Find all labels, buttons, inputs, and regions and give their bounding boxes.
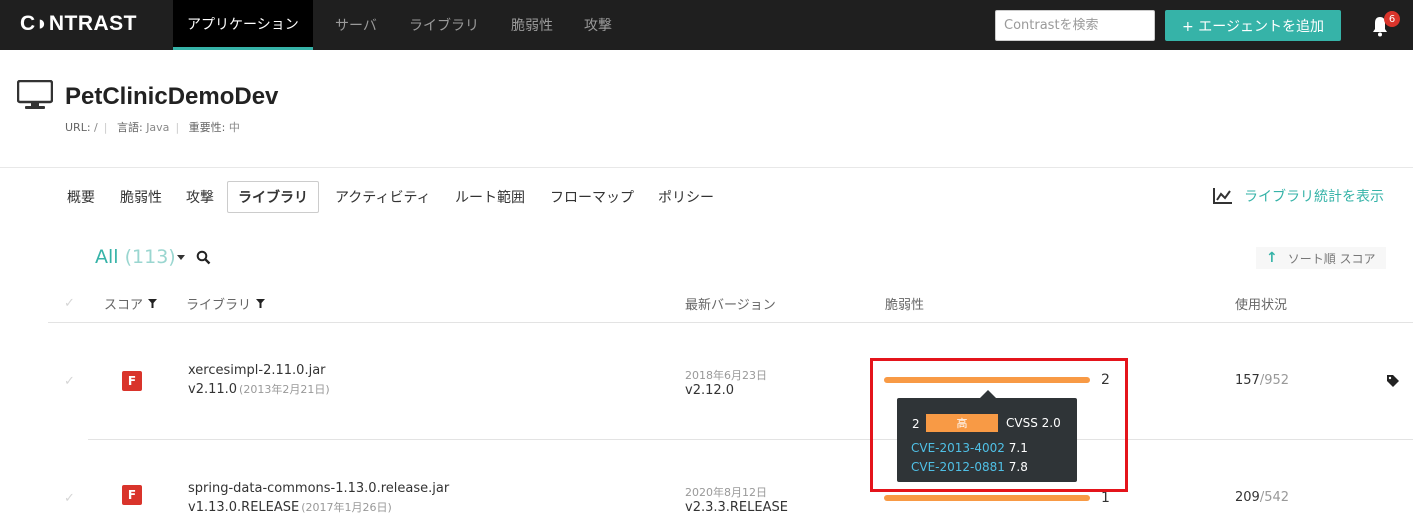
tab-activity[interactable]: アクティビティ: [333, 181, 433, 213]
filter-count: (113): [124, 246, 176, 268]
nav-libraries[interactable]: ライブラリ: [395, 0, 493, 50]
nav-vulnerabilities[interactable]: 脆弱性: [497, 0, 567, 50]
usage-used: 209: [1235, 490, 1260, 505]
nav-servers[interactable]: サーバ: [321, 0, 391, 50]
version-date: (2017年1月26日): [301, 501, 392, 514]
arrow-up-icon: ↑: [1266, 250, 1278, 266]
search-input[interactable]: [995, 10, 1155, 41]
version-date: (2013年2月21日): [239, 383, 330, 396]
nav-attacks[interactable]: 攻撃: [570, 0, 626, 50]
library-name[interactable]: spring-data-commons-1.13.0.release.jar: [188, 481, 449, 496]
usage-total: /952: [1259, 373, 1290, 388]
tab-flow-map[interactable]: フローマップ: [548, 181, 636, 213]
latest-version: v2.12.0: [685, 383, 735, 398]
column-header-usage: 使用状況: [1235, 298, 1288, 313]
tab-route-coverage[interactable]: ルート範囲: [453, 181, 527, 213]
vulnerability-bar[interactable]: [884, 495, 1090, 501]
row-checkbox[interactable]: ✓: [64, 491, 75, 506]
library-version: v2.11.0 (2013年2月21日): [188, 381, 330, 397]
latest-release-date: 2020年8月12日: [685, 486, 767, 499]
importance-label: 重要性:: [188, 121, 226, 134]
language-value: Java: [146, 121, 170, 134]
row-checkbox[interactable]: ✓: [64, 374, 75, 389]
line-chart-icon: [1213, 188, 1232, 204]
version-value: v2.11.0: [188, 382, 238, 397]
tab-libraries[interactable]: ライブラリ: [227, 181, 319, 213]
column-header-library[interactable]: ライブラリ: [186, 294, 266, 313]
column-score-label: スコア: [104, 298, 144, 313]
caret-down-icon[interactable]: [177, 255, 185, 260]
notification-badge[interactable]: 6: [1384, 11, 1400, 27]
filter-icon[interactable]: [148, 299, 158, 308]
select-all-checkbox[interactable]: ✓: [64, 296, 75, 311]
nav-applications[interactable]: アプリケーション: [173, 0, 313, 50]
contrast-logo[interactable]: C◗NTRAST: [20, 12, 137, 36]
tab-vulnerabilities[interactable]: 脆弱性: [118, 181, 164, 213]
tab-policy[interactable]: ポリシー: [656, 181, 716, 213]
column-header-vulnerabilities: 脆弱性: [885, 298, 925, 313]
sort-control[interactable]: ↑ ソート順 スコア: [1256, 247, 1386, 269]
usage-used: 157: [1235, 373, 1260, 388]
column-header-score[interactable]: スコア: [104, 294, 158, 313]
usage-status: 157/952: [1235, 373, 1289, 388]
library-version: v1.13.0.RELEASE (2017年1月26日): [188, 499, 392, 515]
column-header-latest-version: 最新バージョン: [685, 298, 776, 313]
filter-icon[interactable]: [256, 299, 266, 308]
application-meta: URL: / | 言語: Java | 重要性: 中: [65, 121, 240, 134]
monitor-icon: [17, 80, 53, 109]
url-label: URL:: [65, 121, 91, 134]
language-label: 言語:: [116, 121, 143, 134]
filter-all-label: All: [95, 246, 119, 268]
column-library-label: ライブラリ: [186, 298, 252, 313]
latest-version: v2.3.3.RELEASE: [685, 500, 788, 515]
divider: [0, 167, 1413, 168]
divider: [88, 439, 1413, 440]
tag-icon[interactable]: [1386, 374, 1413, 388]
usage-total: /542: [1259, 490, 1290, 505]
tab-overview[interactable]: 概要: [65, 181, 97, 213]
importance-value: 中: [228, 121, 240, 134]
version-value: v1.13.0.RELEASE: [188, 500, 300, 515]
grade-badge: F: [122, 485, 142, 505]
view-library-stats-link[interactable]: ライブラリ統計を表示: [1212, 186, 1384, 206]
view-library-stats-label: ライブラリ統計を表示: [1244, 189, 1384, 205]
url-value: /: [94, 121, 98, 134]
grade-badge: F: [122, 371, 142, 391]
sort-label: ソート順 スコア: [1287, 251, 1376, 266]
divider: [48, 322, 1413, 323]
search-icon[interactable]: [196, 250, 211, 265]
latest-release-date: 2018年6月23日: [685, 369, 767, 382]
usage-status: 209/542: [1235, 490, 1289, 505]
application-title: PetClinicDemoDev: [65, 83, 279, 110]
add-agent-button[interactable]: + エージェントを追加: [1165, 10, 1341, 41]
filter-all-dropdown[interactable]: All (113): [95, 246, 176, 268]
library-name[interactable]: xercesimpl-2.11.0.jar: [188, 363, 326, 378]
tab-attacks[interactable]: 攻撃: [184, 181, 216, 213]
highlight-box: [870, 358, 1128, 492]
vulnerability-count: 1: [1101, 490, 1110, 506]
